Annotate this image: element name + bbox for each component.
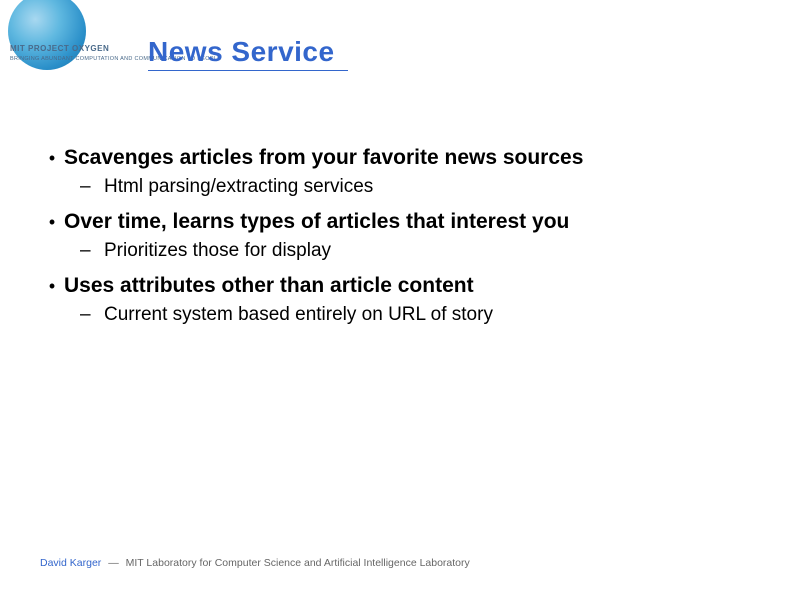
bullet-sub: – Prioritizes those for display <box>80 239 751 263</box>
slide-footer: David Karger — MIT Laboratory for Comput… <box>40 557 470 569</box>
bullet-main: • Uses attributes other than article con… <box>40 273 751 299</box>
footer-author: David Karger <box>40 557 101 569</box>
bullet-sub-text: Html parsing/extracting services <box>104 175 373 199</box>
bullet-dot-icon: • <box>40 213 64 231</box>
footer-separator: — <box>108 557 119 569</box>
slide-header: MIT PROJECT OXYGEN BRINGING ABUNDANT COM… <box>10 10 128 68</box>
footer-affiliation: MIT Laboratory for Computer Science and … <box>126 557 470 569</box>
bullet-main-text: Over time, learns types of articles that… <box>64 209 569 235</box>
bullet-group: • Scavenges articles from your favorite … <box>40 145 751 199</box>
bullet-group: • Uses attributes other than article con… <box>40 273 751 327</box>
bullet-dot-icon: • <box>40 277 64 295</box>
bullet-dot-icon: • <box>40 149 64 167</box>
bullet-main-text: Scavenges articles from your favorite ne… <box>64 145 583 171</box>
bullet-main-text: Uses attributes other than article conte… <box>64 273 474 299</box>
bullet-dash-icon: – <box>80 176 104 198</box>
bullet-sub-text: Prioritizes those for display <box>104 239 331 263</box>
slide-body: • Scavenges articles from your favorite … <box>40 145 751 337</box>
bullet-dash-icon: – <box>80 304 104 326</box>
mit-oxygen-logo: MIT PROJECT OXYGEN BRINGING ABUNDANT COM… <box>10 10 128 68</box>
bullet-group: • Over time, learns types of articles th… <box>40 209 751 263</box>
bullet-sub: – Html parsing/extracting services <box>80 175 751 199</box>
bullet-main: • Over time, learns types of articles th… <box>40 209 751 235</box>
title-underline <box>148 70 348 71</box>
bullet-dash-icon: – <box>80 240 104 262</box>
bullet-sub: – Current system based entirely on URL o… <box>80 303 751 327</box>
bullet-sub-text: Current system based entirely on URL of … <box>104 303 493 327</box>
bullet-main: • Scavenges articles from your favorite … <box>40 145 751 171</box>
slide-title: News Service <box>148 36 335 68</box>
